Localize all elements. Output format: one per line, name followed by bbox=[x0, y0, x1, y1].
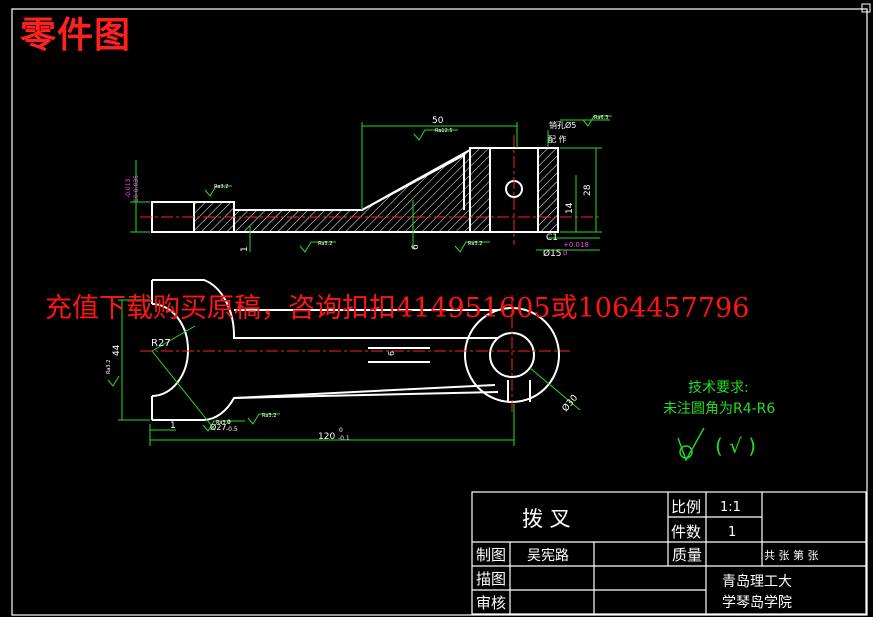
school-line1: 青岛理工大 bbox=[722, 574, 792, 590]
dim-120-tol-upper: 0 bbox=[339, 427, 343, 434]
dimension-texts: 50 28 14 6 1 Ø15 +0.018 0 C1 销孔Ø5 配 作 -0… bbox=[106, 115, 608, 442]
page-title: 零件图 bbox=[20, 15, 132, 56]
dim-pin-hole: 销孔Ø5 bbox=[549, 120, 576, 130]
dim-1-top: 1 bbox=[170, 421, 176, 431]
dim-120-tol: -0.1 bbox=[338, 435, 350, 442]
dim-6: 6 bbox=[411, 244, 421, 250]
ra-f: Ra3.2 bbox=[106, 360, 112, 374]
ra-e: Ra6.3 bbox=[594, 115, 608, 121]
ra-d: Ra3.2 bbox=[468, 241, 482, 247]
qty-value: 1 bbox=[728, 525, 736, 540]
title-block-texts: 拨 叉 比例 1:1 件数 1 制图 吴宪路 质量 共 张 第 张 描图 审核 … bbox=[476, 498, 819, 612]
trace-label: 描图 bbox=[476, 570, 506, 588]
tech-requirements-line1: 未注圆角为R4-R6 bbox=[663, 401, 776, 417]
drawn-by: 吴宪路 bbox=[527, 547, 569, 564]
dim-c1: C1 bbox=[546, 233, 558, 243]
part-name: 拨 叉 bbox=[522, 507, 571, 531]
review-label: 审核 bbox=[476, 594, 506, 612]
dim-28: 28 bbox=[583, 184, 593, 196]
dim-phi27-tol: -0.5 bbox=[226, 426, 238, 433]
scale-label: 比例 bbox=[671, 498, 701, 516]
ra-b: Ra12.5 bbox=[435, 128, 453, 134]
default-roughness-symbol bbox=[677, 427, 705, 462]
dim-phi15-tol-lower: 0 bbox=[563, 249, 567, 257]
dim-6-top: 6 bbox=[387, 351, 396, 356]
dim-120: 120 bbox=[318, 432, 335, 442]
mass-label: 质量 bbox=[672, 546, 702, 564]
front-view bbox=[151, 147, 559, 233]
ra-a: Ra3.2 bbox=[214, 184, 228, 190]
dim-14: 14 bbox=[565, 202, 575, 214]
dim-phi15: Ø15 bbox=[543, 248, 562, 259]
right-hatch-a bbox=[469, 147, 491, 233]
slot-lines bbox=[368, 347, 430, 363]
ra-h: Ra3.2 bbox=[216, 420, 230, 426]
dim-phi15-tol: +0.018 bbox=[563, 241, 589, 249]
dim-44: 44 bbox=[112, 344, 122, 356]
qty-label: 件数 bbox=[671, 523, 701, 541]
dim-10-upper: -0.013 bbox=[125, 178, 132, 198]
drawn-label: 制图 bbox=[476, 546, 506, 564]
ra-c: Ra3.2 bbox=[318, 241, 332, 247]
dim-10-lower: 10-0.035 bbox=[133, 175, 140, 202]
school-line2: 学琴岛学院 bbox=[722, 595, 792, 611]
top-arm-lower bbox=[233, 384, 496, 399]
roughness-note: ( √ ) bbox=[715, 434, 757, 458]
dim-50: 50 bbox=[432, 116, 444, 126]
dim-pin-hole-note: 配 作 bbox=[548, 134, 567, 144]
corner-mark bbox=[861, 3, 871, 13]
tech-requirements-heading: 技术要求: bbox=[688, 380, 749, 396]
dim-r27: R27 bbox=[151, 338, 171, 349]
scale-value: 1:1 bbox=[720, 500, 741, 515]
ad-banner: 充值下载购买原稿，咨询扣扣414951605或1064457796 bbox=[45, 293, 750, 324]
ra-g: Ra3.2 bbox=[262, 413, 276, 419]
sheet-text: 共 张 第 张 bbox=[764, 548, 819, 562]
dim-1-front: 1 bbox=[240, 246, 250, 252]
arm bbox=[233, 148, 471, 233]
right-hatch-b bbox=[537, 147, 559, 233]
